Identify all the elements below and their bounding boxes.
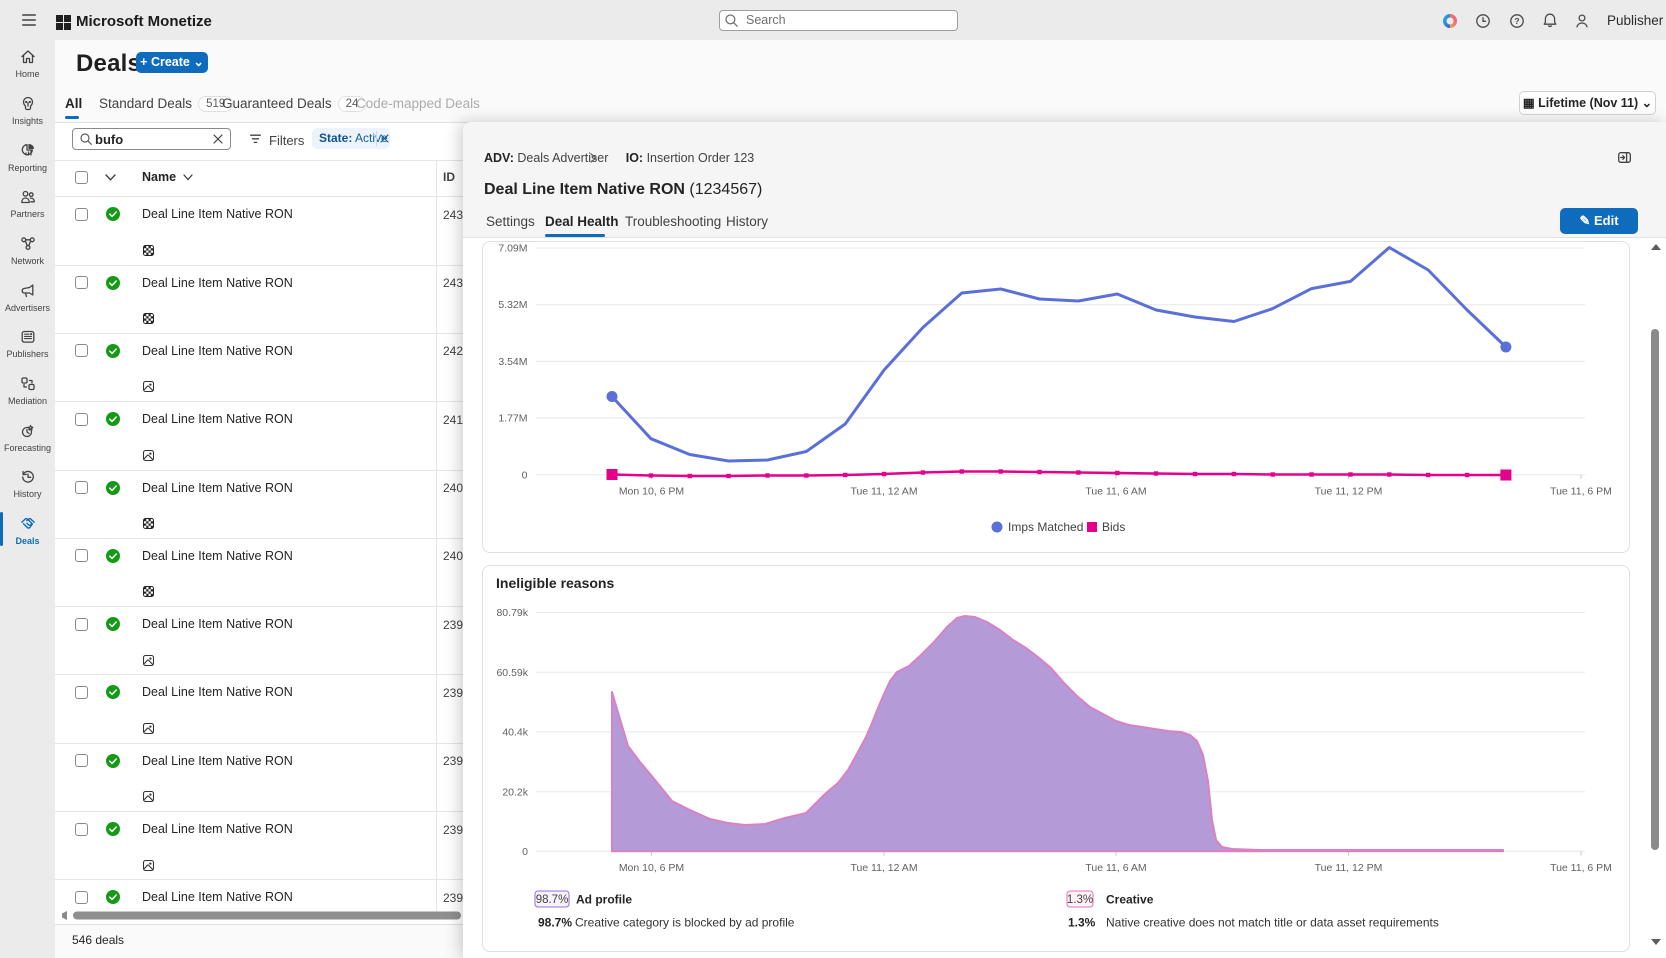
svg-text:20.2k: 20.2k (502, 786, 528, 798)
svg-text:60.59k: 60.59k (496, 667, 528, 679)
svg-text:5.32M: 5.32M (498, 299, 527, 311)
svg-text:98.7%: 98.7% (538, 916, 572, 930)
svg-text:98.7%: 98.7% (536, 894, 569, 906)
svg-text:Tue 11, 12 AM: Tue 11, 12 AM (850, 862, 917, 874)
svg-text:?: ? (1514, 16, 1519, 26)
svg-text:80.79k: 80.79k (496, 607, 528, 619)
svg-text:Imps Matched: Imps Matched (1008, 520, 1083, 534)
svg-text:Mon 10, 6 PM: Mon 10, 6 PM (619, 486, 684, 498)
svg-text:7.09M: 7.09M (498, 243, 527, 255)
svg-text:Creative: Creative (1106, 893, 1154, 907)
svg-text:Tue 11, 12 PM: Tue 11, 12 PM (1315, 486, 1383, 498)
svg-text:Tue 11, 12 AM: Tue 11, 12 AM (850, 486, 917, 498)
svg-text:Bids: Bids (1102, 520, 1125, 534)
svg-text:1.77M: 1.77M (498, 413, 527, 425)
svg-text:Tue 11, 6 PM: Tue 11, 6 PM (1550, 486, 1612, 498)
svg-text:Tue 11, 6 AM: Tue 11, 6 AM (1085, 862, 1146, 874)
svg-text:Creative category is blocked b: Creative category is blocked by ad profi… (575, 916, 795, 930)
svg-text:Tue 11, 12 PM: Tue 11, 12 PM (1315, 862, 1383, 874)
svg-text:Mon 10, 6 PM: Mon 10, 6 PM (619, 862, 684, 874)
svg-text:0: 0 (522, 469, 528, 481)
svg-text:1.3%: 1.3% (1067, 894, 1093, 906)
svg-text:Tue 11, 6 AM: Tue 11, 6 AM (1085, 486, 1146, 498)
svg-text:Ad profile: Ad profile (576, 893, 632, 907)
svg-text:Tue 11, 6 PM: Tue 11, 6 PM (1550, 862, 1612, 874)
svg-text:Native creative does not match: Native creative does not match title or … (1106, 916, 1439, 930)
svg-text:3.54M: 3.54M (498, 356, 527, 368)
svg-text:40.4k: 40.4k (502, 726, 528, 738)
svg-text:0: 0 (522, 846, 528, 858)
svg-text:1.3%: 1.3% (1068, 916, 1096, 930)
